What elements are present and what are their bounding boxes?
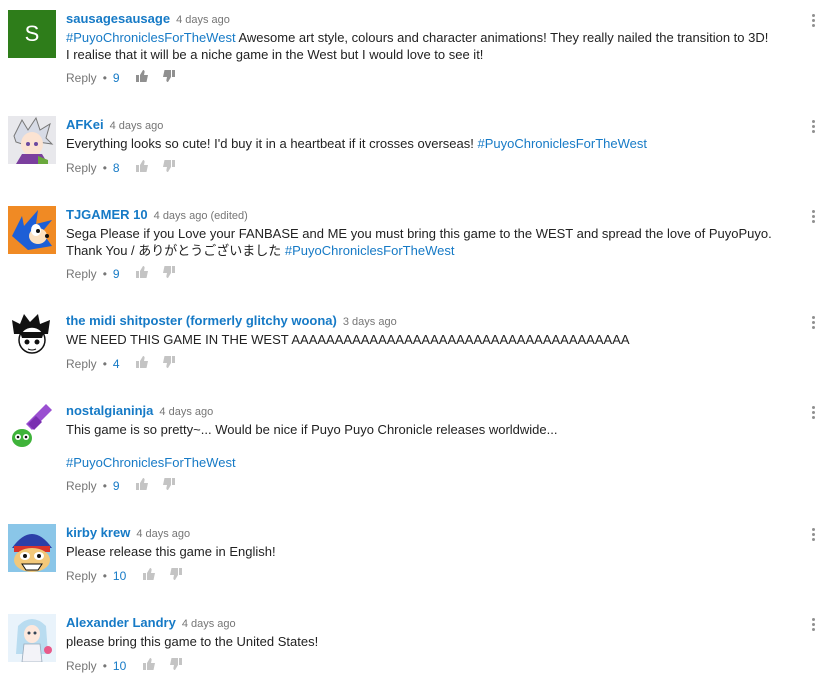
thumbs-up-icon[interactable] [135, 265, 159, 283]
author-name[interactable]: TJGAMER 10 [66, 207, 148, 222]
comment-actions: Reply • 8 [66, 159, 186, 177]
comment-body: the midi shitposter (formerly glitchy wo… [66, 312, 792, 348]
separator-dot: • [102, 357, 107, 371]
more-options-icon[interactable] [812, 528, 816, 543]
hashtag-link[interactable]: #PuyoChroniclesForTheWest [66, 30, 236, 45]
more-options-icon[interactable] [812, 210, 816, 225]
comment-text-line: This game is so pretty~... Would be nice… [66, 422, 558, 437]
hashtag-link[interactable]: #PuyoChroniclesForTheWest [66, 455, 236, 470]
thumbs-up-icon[interactable] [142, 567, 166, 585]
thumbs-down-icon[interactable] [162, 159, 186, 177]
thumbs-down-icon[interactable] [169, 657, 193, 675]
comment-text: Everything looks so cute! I'd buy it in … [66, 136, 792, 152]
comment-actions: Reply • 9 [66, 265, 186, 283]
separator-dot: • [102, 569, 107, 583]
thumbs-down-icon[interactable] [162, 477, 186, 495]
timestamp[interactable]: 4 days ago [176, 14, 230, 26]
comment-actions: Reply • 9 [66, 69, 186, 87]
separator-dot: • [102, 659, 107, 673]
comment-text-line: Awesome art style, colours and character… [235, 30, 769, 45]
timestamp[interactable]: 4 days ago [182, 618, 236, 630]
avatar[interactable] [8, 524, 56, 572]
reply-button[interactable]: Reply [66, 478, 97, 494]
avatar[interactable] [8, 206, 56, 254]
reply-button[interactable]: Reply [66, 160, 97, 176]
author-name[interactable]: nostalgianinja [66, 403, 153, 418]
comment-text-line: WE NEED THIS GAME IN THE WEST AAAAAAAAAA… [66, 332, 630, 347]
timestamp[interactable]: 4 days ago [159, 406, 213, 418]
thumbs-down-icon[interactable] [162, 355, 186, 373]
avatar[interactable] [8, 614, 56, 662]
like-count: 9 [112, 71, 120, 85]
author-name[interactable]: sausagesausage [66, 11, 170, 26]
more-options-icon[interactable] [812, 14, 816, 29]
timestamp[interactable]: 4 days ago (edited) [154, 210, 248, 222]
comment-body: sausagesausage 4 days ago #PuyoChronicles… [66, 10, 792, 63]
comment-text-line: Sega Please if you Love your FANBASE and… [66, 226, 772, 241]
reply-button[interactable]: Reply [66, 658, 97, 674]
author-name[interactable]: the midi shitposter (formerly glitchy wo… [66, 313, 337, 328]
comment-text: #PuyoChroniclesForTheWest [66, 455, 792, 471]
like-count: 9 [112, 479, 120, 493]
avatar[interactable]: S [8, 10, 56, 58]
thumbs-down-icon[interactable] [162, 69, 186, 87]
like-count: 10 [112, 659, 127, 673]
line-break [66, 438, 792, 454]
reply-button[interactable]: Reply [66, 356, 97, 372]
timestamp[interactable]: 4 days ago [136, 528, 190, 540]
comment-text-line: Everything looks so cute! I'd buy it in … [66, 136, 478, 151]
avatar[interactable] [8, 402, 56, 450]
reply-button[interactable]: Reply [66, 266, 97, 282]
comment-body: Alexander Landry 4 days ago please bring … [66, 614, 792, 650]
like-count: 9 [112, 267, 120, 281]
separator-dot: • [102, 479, 107, 493]
comment-actions: Reply • 10 [66, 567, 193, 585]
separator-dot: • [102, 161, 107, 175]
avatar[interactable] [8, 312, 56, 360]
like-count: 8 [112, 161, 120, 175]
separator-dot: • [102, 267, 107, 281]
thumbs-down-icon[interactable] [169, 567, 193, 585]
separator-dot: • [102, 71, 107, 85]
comment-body: AFKei 4 days ago Everything looks so cute… [66, 116, 792, 152]
comment-body: nostalgianinja 4 days ago This game is so… [66, 402, 792, 471]
thumbs-up-icon[interactable] [142, 657, 166, 675]
comment-text-line: please bring this game to the United Sta… [66, 634, 319, 649]
reply-button[interactable]: Reply [66, 568, 97, 584]
more-options-icon[interactable] [812, 406, 816, 421]
comment-text: #PuyoChroniclesForTheWest Awesome art st… [66, 30, 792, 46]
comment-actions: Reply • 10 [66, 657, 193, 675]
like-count: 10 [112, 569, 127, 583]
comment-text-line: Please release this game in English! [66, 544, 276, 559]
hashtag-link[interactable]: #PuyoChroniclesForTheWest [477, 136, 647, 151]
reply-button[interactable]: Reply [66, 70, 97, 86]
thumbs-up-icon[interactable] [135, 159, 159, 177]
timestamp[interactable]: 3 days ago [343, 316, 397, 328]
comment-text-line: I realise that it will be a niche game i… [66, 47, 484, 62]
thumbs-up-icon[interactable] [135, 69, 159, 87]
comment-text-line: Thank You / ありがとうございました [66, 243, 285, 258]
hashtag-link[interactable]: #PuyoChroniclesForTheWest [285, 243, 455, 258]
thumbs-up-icon[interactable] [135, 477, 159, 495]
like-count: 4 [112, 357, 120, 371]
comment-actions: Reply • 9 [66, 477, 186, 495]
timestamp[interactable]: 4 days ago [110, 120, 164, 132]
thumbs-up-icon[interactable] [135, 355, 159, 373]
avatar[interactable] [8, 116, 56, 164]
comment-actions: Reply • 4 [66, 355, 186, 373]
more-options-icon[interactable] [812, 120, 816, 135]
more-options-icon[interactable] [812, 316, 816, 331]
more-options-icon[interactable] [812, 618, 816, 633]
thumbs-down-icon[interactable] [162, 265, 186, 283]
comment-text: Thank You / ありがとうございました #PuyoChroniclesF… [66, 243, 792, 259]
author-name[interactable]: kirby krew [66, 525, 130, 540]
author-name[interactable]: AFKei [66, 117, 104, 132]
comment-body: TJGAMER 10 4 days ago (edited) Sega Pleas… [66, 206, 792, 259]
author-name[interactable]: Alexander Landry [66, 615, 176, 630]
comment-body: kirby krew 4 days ago Please release this… [66, 524, 792, 560]
